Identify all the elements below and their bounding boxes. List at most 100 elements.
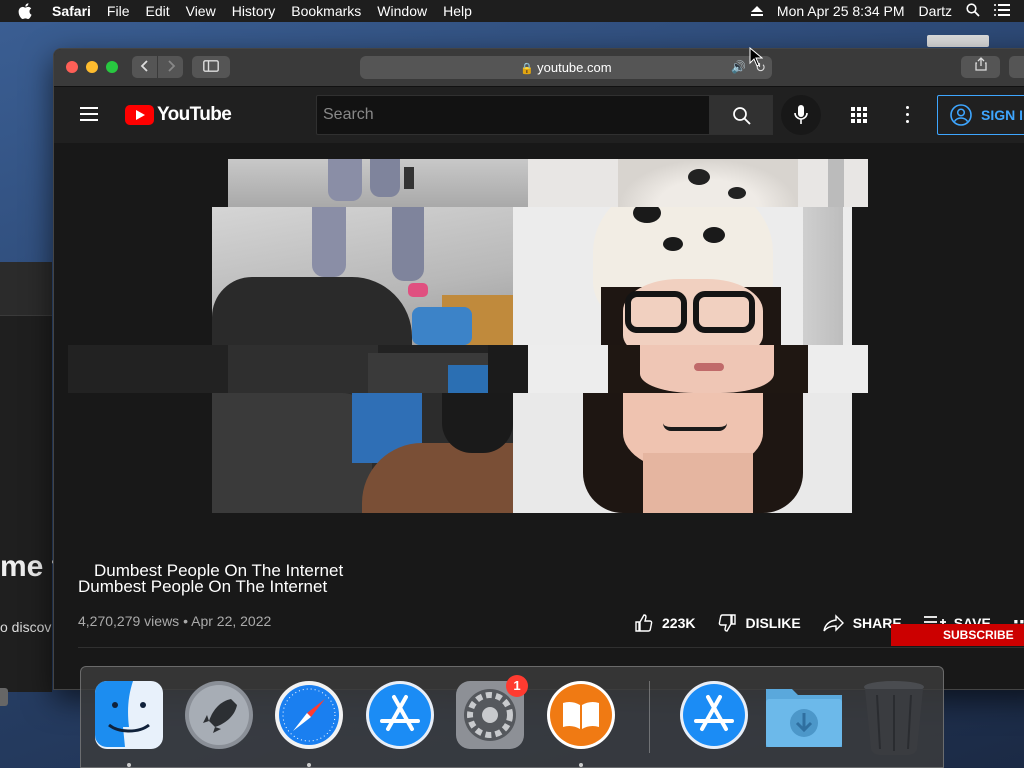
status-menus: Mon Apr 25 8:34 PM Dartz: [750, 0, 1024, 22]
dock-books[interactable]: [545, 679, 617, 751]
menu-bookmarks[interactable]: Bookmarks: [291, 3, 361, 19]
dock-separator: [649, 681, 650, 753]
section-divider: [78, 647, 1024, 648]
video-meta: 4,270,279 views • Apr 22, 2022: [78, 613, 271, 629]
dock-safari[interactable]: [273, 679, 345, 751]
menu-edit[interactable]: Edit: [145, 3, 169, 19]
menu-window[interactable]: Window: [377, 3, 427, 19]
thumbs-down-icon: [719, 613, 737, 632]
forward-button[interactable]: [158, 56, 183, 78]
finder-icon: [95, 681, 163, 749]
control-center-icon[interactable]: [994, 3, 1010, 19]
more-options-icon[interactable]: [906, 106, 910, 124]
dislike-button[interactable]: DISLIKE: [717, 613, 801, 633]
video-frame-tile: [68, 345, 528, 393]
dock-launchpad[interactable]: [183, 679, 255, 751]
downloads-folder-icon: [766, 689, 842, 747]
lock-icon: 🔒: [520, 63, 535, 75]
menu-bar: Safari File Edit View History Bookmarks …: [0, 0, 1024, 22]
launchpad-rocket-icon: [185, 681, 253, 749]
video-frame-tile: [528, 345, 868, 393]
app-store-icon: [366, 681, 434, 749]
menu-app-name[interactable]: Safari: [52, 3, 91, 19]
audio-playing-icon[interactable]: 🔊: [731, 56, 746, 79]
like-count: 223K: [662, 614, 696, 631]
video-frame-tile: [528, 159, 868, 207]
tab-overview-button[interactable]: [1009, 56, 1024, 78]
youtube-masthead: YouTube Search SIGN IN: [54, 87, 1024, 143]
app-store-icon: [680, 681, 748, 749]
search-button[interactable]: [709, 95, 773, 135]
background-window-thumbnail: [927, 35, 989, 47]
sign-in-label: SIGN IN: [981, 107, 1024, 123]
dock-finder[interactable]: [93, 679, 165, 751]
youtube-logo[interactable]: YouTube: [125, 104, 232, 126]
back-button[interactable]: [132, 56, 157, 78]
background-subscribe-button: SUBSCRIBE: [891, 624, 1024, 646]
safari-window: 🔒 youtube.com 🔊 ↻ YouTube Search SIGN I …: [53, 48, 1024, 690]
share-arrow-icon: [823, 613, 844, 632]
chevron-left-icon: [140, 60, 148, 72]
youtube-play-icon: [125, 105, 154, 125]
eject-icon[interactable]: [750, 3, 763, 19]
running-indicator: [579, 763, 583, 767]
video-frame-tile: [513, 393, 852, 513]
chevron-right-icon: [167, 60, 175, 72]
dislike-label: DISLIKE: [745, 614, 801, 631]
menu-view[interactable]: View: [186, 3, 216, 19]
upload-date: Apr 22, 2022: [191, 613, 272, 629]
open-book-icon: [547, 681, 615, 749]
apple-menu-icon[interactable]: [18, 0, 38, 22]
video-frame-tile: [228, 159, 528, 207]
user-name[interactable]: Dartz: [919, 3, 952, 19]
user-account-icon: [950, 104, 972, 126]
share-button[interactable]: [961, 56, 1000, 78]
desktop: Safari File Edit View History Bookmarks …: [0, 0, 1024, 768]
close-window-button[interactable]: [66, 61, 78, 73]
background-button-fragment: [0, 688, 8, 706]
dock-system-preferences[interactable]: 1: [454, 675, 528, 751]
menu-help[interactable]: Help: [443, 3, 472, 19]
safari-compass-icon: [275, 681, 343, 749]
meta-separator: •: [183, 613, 192, 629]
video-title: Dumbest People On The Internet: [78, 577, 328, 596]
mouse-cursor-icon: [749, 47, 763, 67]
video-frame-tile: [212, 207, 513, 345]
youtube-logo-text: YouTube: [157, 104, 232, 125]
hamburger-menu-icon[interactable]: [80, 107, 98, 121]
sidebar-toggle-button[interactable]: [192, 56, 230, 78]
running-indicator: [127, 763, 131, 767]
zoom-window-button[interactable]: [106, 61, 118, 73]
dock-app-store[interactable]: [364, 679, 436, 751]
youtube-page: YouTube Search SIGN IN: [54, 87, 1024, 689]
minimize-window-button[interactable]: [86, 61, 98, 73]
running-indicator: [307, 763, 311, 767]
sign-in-button[interactable]: SIGN IN: [937, 95, 1024, 135]
dock-app-store-download[interactable]: [678, 679, 750, 751]
apps-grid-icon[interactable]: [851, 107, 867, 123]
menu-history[interactable]: History: [232, 3, 276, 19]
sidebar-icon: [203, 60, 219, 72]
dock-trash[interactable]: [861, 679, 933, 755]
like-button[interactable]: 223K: [634, 613, 695, 633]
notification-badge: 1: [506, 675, 528, 697]
share-video-button[interactable]: SHARE: [823, 613, 902, 632]
dock: 1: [80, 666, 944, 768]
microphone-icon: [794, 105, 808, 124]
address-bar[interactable]: 🔒 youtube.com 🔊 ↻: [360, 56, 772, 79]
trash-icon: [864, 681, 924, 755]
clock[interactable]: Mon Apr 25 8:34 PM: [777, 3, 905, 19]
voice-search-button[interactable]: [781, 95, 821, 135]
dock-downloads-folder[interactable]: [764, 679, 842, 751]
video-frame-tile: [513, 207, 852, 345]
video-player[interactable]: [68, 159, 869, 514]
search-icon: [733, 107, 751, 125]
thumbs-up-icon: [635, 613, 653, 632]
search-input[interactable]: Search: [316, 95, 710, 135]
background-window-header: [0, 262, 52, 316]
share-icon: [974, 57, 987, 71]
menu-file[interactable]: File: [107, 3, 130, 19]
view-count: 4,270,279 views: [78, 613, 180, 629]
spotlight-search-icon[interactable]: [966, 2, 980, 20]
url-text: youtube.com: [537, 60, 612, 75]
